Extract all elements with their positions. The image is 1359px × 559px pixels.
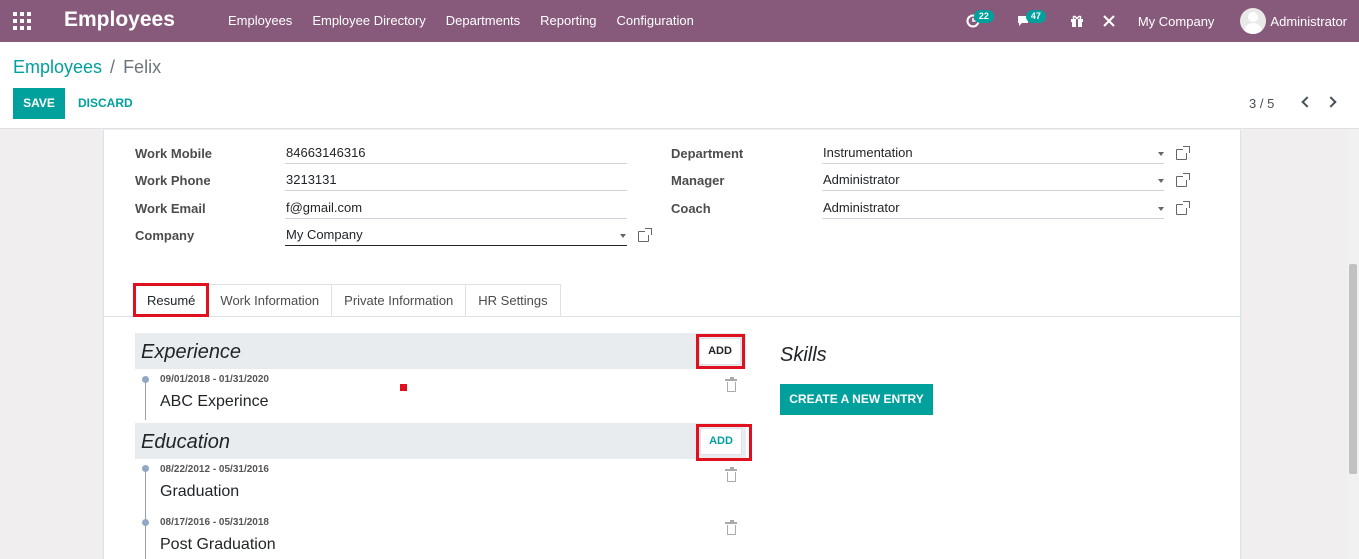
messages-button[interactable]: 47 (1016, 0, 1064, 42)
external-link-icon[interactable] (638, 228, 652, 242)
company-label: Company (135, 228, 195, 243)
work-email-label: Work Email (135, 201, 206, 216)
timeline-line (145, 468, 146, 559)
department-label: Department (671, 146, 744, 161)
work-mobile-label: Work Mobile (135, 146, 213, 161)
form-view: Work Mobile 84663146316 Work Phone 32131… (0, 130, 1347, 559)
chevron-down-icon[interactable] (1158, 179, 1164, 183)
work-email-input[interactable]: f@gmail.com (285, 197, 627, 219)
timeline-dot (142, 519, 149, 526)
gift-button[interactable] (1070, 0, 1092, 42)
gift-icon (1070, 15, 1083, 27)
create-skill-button[interactable]: CREATE A NEW ENTRY (780, 384, 933, 415)
tools-icon (1103, 15, 1115, 27)
education-entry-date: 08/22/2012 - 05/31/2016 (160, 464, 269, 475)
tabs-divider (104, 316, 1242, 317)
work-phone-label: Work Phone (135, 173, 211, 188)
work-phone-input[interactable]: 3213131 (285, 169, 627, 191)
pager-previous-button[interactable] (1297, 94, 1313, 110)
trash-icon[interactable] (725, 520, 737, 535)
timeline-dot (142, 465, 149, 472)
coach-label: Coach (671, 201, 711, 216)
menu-item-reporting[interactable]: Reporting (530, 0, 606, 42)
tab-hr-settings[interactable]: HR Settings (465, 284, 561, 316)
menu-item-employees[interactable]: Employees (218, 0, 302, 42)
work-mobile-input[interactable]: 84663146316 (285, 142, 627, 164)
education-section-header: Education (135, 423, 746, 459)
experience-entry-name[interactable]: ABC Experince (160, 393, 269, 411)
breadcrumb-employees-link[interactable]: Employees (13, 57, 102, 78)
activities-button[interactable]: 22 (964, 0, 1008, 42)
highlight-box-add-education (696, 424, 752, 461)
highlight-box-add-experience (696, 334, 745, 369)
education-entry-date: 08/17/2016 - 05/31/2018 (160, 517, 269, 528)
vertical-scrollbar[interactable] (1347, 130, 1359, 559)
chevron-down-icon[interactable] (1158, 207, 1164, 211)
chevron-left-icon (1301, 96, 1313, 108)
save-button[interactable]: SAVE (13, 88, 65, 119)
experience-entry-date: 09/01/2018 - 01/31/2020 (160, 374, 269, 385)
tab-work-information[interactable]: Work Information (207, 284, 333, 316)
discard-button[interactable]: DISCARD (72, 88, 139, 119)
timeline-dot (142, 376, 149, 383)
activities-count-badge: 22 (973, 10, 994, 23)
control-panel: Employees / Felix SAVE DISCARD 3 / 5 (0, 42, 1359, 129)
chevron-right-icon (1325, 96, 1337, 108)
chevron-down-icon[interactable] (1158, 152, 1164, 156)
timeline-line (145, 378, 146, 420)
tab-private-information[interactable]: Private Information (331, 284, 467, 316)
manager-select[interactable]: Administrator (822, 169, 1164, 191)
company-select[interactable]: My Company (285, 224, 627, 246)
external-link-icon[interactable] (1176, 173, 1190, 187)
company-switcher[interactable]: My Company (1138, 0, 1215, 42)
breadcrumb-current: Felix (123, 57, 162, 77)
user-menu[interactable]: Administrator (1240, 0, 1347, 42)
external-link-icon[interactable] (1176, 146, 1190, 160)
highlight-box-resume-tab (133, 283, 209, 317)
red-marker (400, 384, 407, 391)
user-name: Administrator (1270, 13, 1347, 29)
coach-select[interactable]: Administrator (822, 197, 1164, 219)
menu-item-departments[interactable]: Departments (436, 0, 530, 42)
menu-item-employee-directory[interactable]: Employee Directory (302, 0, 435, 42)
breadcrumb: Employees / Felix (13, 57, 161, 78)
form-sheet: Work Mobile 84663146316 Work Phone 32131… (103, 130, 1242, 559)
menu-item-configuration[interactable]: Configuration (607, 0, 704, 42)
scrollbar-thumb[interactable] (1349, 264, 1357, 474)
top-navbar: Employees Employees Employee Directory D… (0, 0, 1359, 42)
avatar (1240, 8, 1267, 34)
app-brand[interactable]: Employees (64, 8, 175, 32)
systray: 22 47 My Company Administrator (964, 0, 1359, 42)
breadcrumb-separator: / (110, 57, 116, 77)
education-title: Education (141, 431, 230, 453)
manager-label: Manager (671, 173, 725, 188)
main-menu: Employees Employee Directory Departments… (218, 0, 704, 42)
external-link-icon[interactable] (1176, 201, 1190, 215)
skills-title: Skills (780, 344, 827, 366)
experience-title: Experience (141, 341, 242, 363)
chevron-down-icon[interactable] (620, 234, 626, 238)
debug-tools-button[interactable] (1102, 0, 1124, 42)
department-select[interactable]: Instrumentation (822, 142, 1164, 164)
apps-menu-icon[interactable] (13, 12, 31, 30)
experience-section-header: Experience (135, 333, 746, 369)
trash-icon[interactable] (725, 467, 737, 482)
education-entry-name[interactable]: Post Graduation (160, 536, 276, 554)
messages-count-badge: 47 (1025, 10, 1046, 23)
company-name: My Company (1137, 13, 1215, 29)
pager-next-button[interactable] (1325, 94, 1341, 110)
education-entry-name[interactable]: Graduation (160, 483, 239, 501)
pager-value: 3 / 5 (1249, 96, 1275, 111)
trash-icon[interactable] (725, 377, 737, 392)
